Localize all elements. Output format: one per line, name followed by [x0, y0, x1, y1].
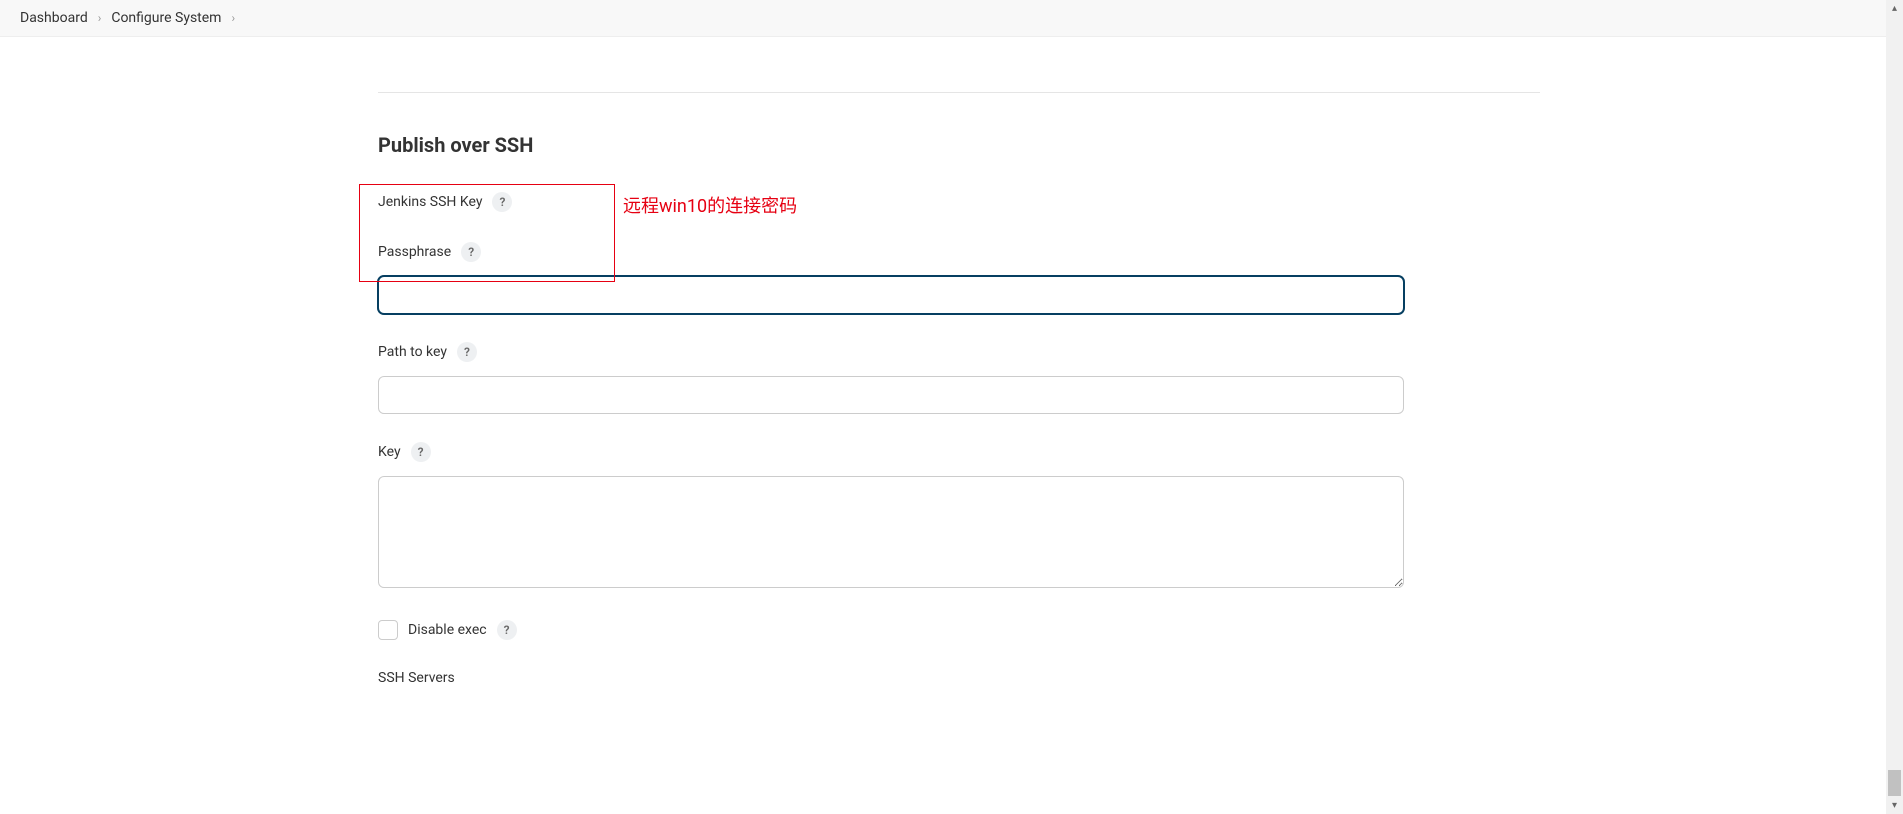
field-passphrase: Passphrase ?	[378, 242, 1540, 314]
help-icon[interactable]: ?	[457, 342, 477, 362]
chevron-right-icon: ›	[231, 11, 235, 25]
jenkins-ssh-key-label: Jenkins SSH Key	[378, 194, 482, 210]
section-title: Publish over SSH	[378, 133, 1540, 157]
help-icon[interactable]: ?	[411, 442, 431, 462]
path-to-key-label: Path to key	[378, 344, 447, 360]
breadcrumb-item-dashboard[interactable]: Dashboard	[20, 10, 88, 26]
key-textarea[interactable]	[378, 476, 1404, 588]
field-path-to-key: Path to key ?	[378, 342, 1540, 414]
field-ssh-servers: SSH Servers	[378, 670, 1540, 686]
main-content: Publish over SSH Jenkins SSH Key ? Passp…	[0, 37, 1540, 686]
field-key: Key ?	[378, 442, 1540, 592]
key-label: Key	[378, 444, 401, 460]
scrollbar-thumb[interactable]	[1888, 770, 1901, 796]
passphrase-input[interactable]	[378, 276, 1404, 314]
disable-exec-checkbox[interactable]	[378, 620, 398, 640]
subsection-label: Jenkins SSH Key ?	[378, 192, 1540, 212]
disable-exec-label: Disable exec	[408, 622, 487, 638]
scroll-up-arrow-icon[interactable]: ▴	[1886, 0, 1903, 17]
ssh-servers-label: SSH Servers	[378, 670, 455, 686]
breadcrumb-item-configure-system[interactable]: Configure System	[111, 10, 221, 26]
scroll-down-arrow-icon[interactable]: ▾	[1886, 797, 1903, 814]
help-icon[interactable]: ?	[461, 242, 481, 262]
help-icon[interactable]: ?	[497, 620, 517, 640]
section-divider	[378, 92, 1540, 93]
vertical-scrollbar[interactable]: ▴ ▾	[1886, 0, 1903, 814]
passphrase-label: Passphrase	[378, 244, 451, 260]
path-to-key-input[interactable]	[378, 376, 1404, 414]
field-disable-exec: Disable exec ?	[378, 620, 1540, 640]
help-icon[interactable]: ?	[492, 192, 512, 212]
chevron-right-icon: ›	[98, 11, 102, 25]
breadcrumb: Dashboard › Configure System ›	[0, 0, 1903, 37]
